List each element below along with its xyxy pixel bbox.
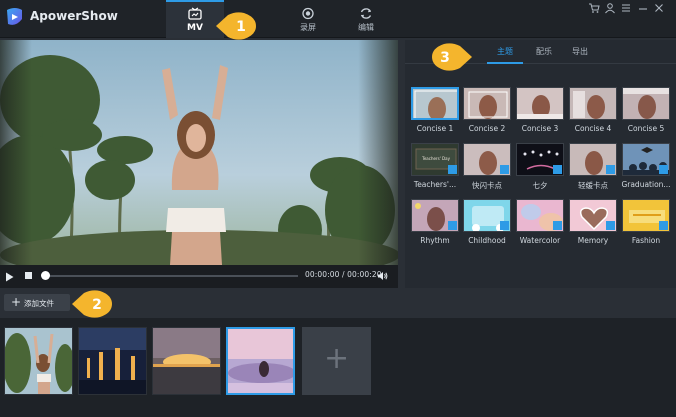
player-controls: 00:00:00 / 00:00:20 [0, 265, 398, 288]
media-clip[interactable] [4, 327, 73, 395]
tab-edit-label: 编辑 [358, 23, 374, 32]
timecode: 00:00:00 / 00:00:20 [305, 270, 382, 279]
add-file-button[interactable]: + 添加文件 [4, 294, 70, 311]
tab-music[interactable]: 配乐 [536, 46, 552, 57]
theme-thumbnail [463, 87, 511, 120]
download-icon[interactable] [500, 221, 509, 230]
tab-export[interactable]: 导出 [572, 46, 588, 57]
theme-thumbnail [411, 199, 459, 232]
theme-thumbnail [516, 199, 564, 232]
download-icon[interactable] [606, 165, 615, 174]
theme-name: Watercolor [519, 236, 561, 245]
cart-icon[interactable] [587, 2, 601, 14]
theme-name: Teachers'... [413, 180, 457, 189]
callout-badge-3: 3 [432, 43, 472, 71]
theme-thumbnail [463, 199, 511, 232]
media-timeline: + [0, 318, 676, 417]
download-icon[interactable] [553, 165, 562, 174]
theme-thumbnail [622, 87, 670, 120]
video-preview[interactable] [0, 40, 398, 265]
minimize-icon[interactable] [636, 2, 650, 14]
app-title: ApowerShow [30, 9, 118, 23]
theme-name: Rhythm [420, 236, 450, 245]
download-icon[interactable] [553, 221, 562, 230]
plus-icon: + [324, 341, 350, 376]
user-icon[interactable] [603, 2, 617, 14]
theme-thumbnail [411, 87, 459, 120]
theme-thumbnail [622, 143, 670, 176]
theme-thumbnail [569, 87, 617, 120]
tab-edit[interactable]: 编辑 [337, 0, 395, 38]
seek-bar[interactable] [43, 275, 298, 277]
title-bar: ApowerShow MV 录屏 编辑 [0, 0, 676, 38]
edit-icon [360, 8, 372, 19]
media-clip[interactable] [152, 327, 221, 395]
mv-icon [188, 7, 202, 20]
add-file-label: 添加文件 [24, 299, 54, 308]
theme-thumbnail [463, 143, 511, 176]
download-icon[interactable] [659, 221, 668, 230]
theme-name: 快闪卡点 [472, 181, 502, 190]
volume-icon[interactable] [377, 271, 388, 281]
callout-badge-1: 1 [216, 12, 256, 40]
theme-thumbnail [516, 143, 564, 176]
theme-thumbnail [622, 199, 670, 232]
menu-icon[interactable] [619, 2, 633, 14]
theme-thumbnail: Teachers' Day [411, 143, 459, 176]
theme-name: Childhood [468, 236, 506, 245]
plus-icon: + [11, 295, 22, 309]
tab-record-label: 录屏 [300, 23, 316, 32]
theme-name: Concise 3 [521, 124, 559, 133]
media-clip[interactable] [78, 327, 147, 395]
thumb-text: Teachers' Day [421, 156, 451, 161]
theme-thumbnail [569, 143, 617, 176]
tab-record[interactable]: 录屏 [279, 0, 337, 38]
theme-name: Memory [577, 236, 609, 245]
svg-text:1: 1 [236, 19, 246, 35]
download-icon[interactable] [448, 221, 457, 230]
download-icon[interactable] [448, 165, 457, 174]
theme-thumbnail [516, 87, 564, 120]
svg-text:2: 2 [92, 297, 102, 313]
video-frame-image [0, 40, 398, 265]
download-icon[interactable] [659, 165, 668, 174]
theme-name: Graduation... [621, 180, 671, 189]
preview-player: 00:00:00 / 00:00:20 [0, 40, 398, 288]
seek-handle[interactable] [41, 271, 50, 280]
theme-panel: 主题 配乐 导出 Concise 1 Concise 2 Concise 3 C… [405, 40, 676, 288]
download-icon[interactable] [500, 165, 509, 174]
theme-name: Concise 5 [627, 124, 665, 133]
theme-name: 轻缓卡点 [578, 181, 608, 190]
download-icon[interactable] [606, 221, 615, 230]
svg-text:3: 3 [440, 50, 450, 66]
record-icon [302, 7, 314, 20]
media-clip[interactable] [226, 327, 295, 395]
close-icon[interactable] [652, 2, 666, 14]
apowershow-logo-icon [7, 8, 22, 25]
theme-name: Concise 2 [468, 124, 506, 133]
theme-name: Concise 4 [574, 124, 612, 133]
callout-badge-2: 2 [72, 290, 112, 318]
stop-button[interactable] [25, 272, 32, 279]
theme-thumbnail [569, 199, 617, 232]
active-tab-underline [487, 62, 523, 64]
theme-name: Fashion [631, 236, 661, 245]
add-clip-placeholder[interactable]: + [302, 327, 371, 395]
theme-name: 七夕 [532, 181, 548, 190]
play-icon[interactable] [5, 272, 14, 282]
theme-name: Concise 1 [416, 124, 454, 133]
tab-theme[interactable]: 主题 [497, 46, 513, 57]
